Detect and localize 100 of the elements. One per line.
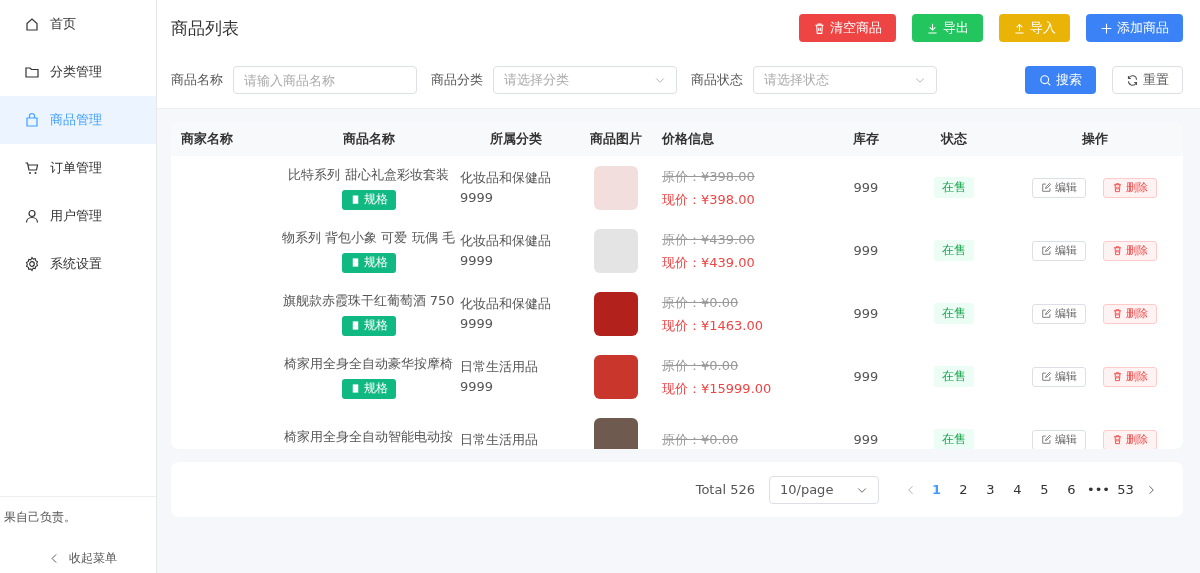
stock-value: 999 bbox=[853, 432, 879, 447]
reset-button[interactable]: 重置 bbox=[1112, 66, 1183, 94]
product-photo bbox=[594, 417, 638, 449]
column-header: 库存 bbox=[831, 122, 901, 156]
product-name: 比特系列 甜心礼盒彩妆套装 bbox=[287, 165, 450, 184]
edit-button[interactable]: 编辑 bbox=[1032, 303, 1086, 324]
page-number[interactable]: 6 bbox=[1058, 475, 1085, 504]
trash-icon bbox=[1112, 371, 1123, 382]
total-count: Total 526 bbox=[695, 482, 755, 497]
status-tag: 在售 bbox=[933, 429, 974, 449]
edit-button[interactable]: 编辑 bbox=[1032, 429, 1086, 449]
upload-icon bbox=[1013, 21, 1026, 35]
search-icon bbox=[1039, 73, 1052, 87]
original-price: 原价：¥0.00 bbox=[662, 356, 739, 375]
product-photo bbox=[594, 291, 638, 336]
product-name: 物系列 背包小象 可爱 玩偶 毛 bbox=[281, 228, 456, 247]
download-icon bbox=[926, 21, 939, 35]
category-code: 9999 bbox=[460, 188, 495, 207]
page-number[interactable]: 4 bbox=[1004, 475, 1031, 504]
column-header: 商家名称 bbox=[171, 122, 281, 156]
page-number[interactable]: 3 bbox=[977, 475, 1004, 504]
input-field[interactable]: 请输入商品名称 bbox=[233, 66, 417, 94]
original-price: 原价：¥439.00 bbox=[662, 230, 755, 249]
column-header: 所属分类 bbox=[456, 122, 576, 156]
edit-icon bbox=[1041, 371, 1052, 382]
action-button[interactable]: 添加商品 bbox=[1086, 14, 1183, 42]
page-number[interactable]: 5 bbox=[1031, 475, 1058, 504]
column-header: 商品图片 bbox=[576, 122, 656, 156]
user-icon bbox=[24, 208, 40, 224]
category-text: 日常生活用品 bbox=[460, 357, 539, 376]
page-number[interactable]: 53 bbox=[1112, 475, 1139, 504]
shopping-bag-icon bbox=[24, 112, 40, 128]
collapse-menu-button[interactable]: 收起菜单 bbox=[48, 548, 117, 569]
page-size-select[interactable]: 10/page bbox=[769, 475, 879, 504]
trash-icon bbox=[1112, 434, 1123, 445]
product-name: 椅家用全身全自动豪华按摩椅 bbox=[283, 354, 454, 373]
stock-value: 999 bbox=[853, 306, 879, 321]
category-text: 化妆品和保健品 bbox=[460, 231, 552, 250]
status-tag: 在售 bbox=[933, 177, 974, 198]
product-name: 椅家用全身全自动智能电动按 bbox=[283, 427, 454, 446]
folder-icon bbox=[24, 64, 40, 80]
column-header: 操作 bbox=[1006, 122, 1183, 156]
cart-icon bbox=[24, 160, 40, 176]
delete-button[interactable]: 删除 bbox=[1103, 303, 1157, 324]
category-text: 日常生活用品 bbox=[460, 430, 539, 449]
product-photo bbox=[594, 354, 638, 399]
category-text: 化妆品和保健品 bbox=[460, 294, 552, 313]
current-price: 现价：¥439.00 bbox=[662, 253, 755, 272]
edit-icon bbox=[1041, 182, 1052, 193]
menu-item[interactable]: 分类管理 bbox=[0, 48, 156, 96]
current-price: 现价：¥15999.00 bbox=[662, 379, 772, 398]
trash-icon bbox=[1112, 245, 1123, 256]
filter-label: 商品名称 bbox=[171, 71, 223, 89]
house-icon bbox=[24, 16, 40, 32]
trash-icon bbox=[1112, 182, 1123, 193]
original-price: 原价：¥0.00 bbox=[662, 293, 739, 312]
edit-icon bbox=[1041, 434, 1052, 445]
trash-icon bbox=[813, 21, 826, 35]
product-name: 旗舰款赤霞珠干红葡萄酒 750 bbox=[281, 291, 456, 310]
delete-button[interactable]: 删除 bbox=[1103, 240, 1157, 261]
column-header: 商品名称 bbox=[281, 122, 456, 156]
delete-button[interactable]: 删除 bbox=[1103, 366, 1157, 387]
menu-item[interactable]: 首页 bbox=[0, 0, 156, 48]
page-number[interactable]: ••• bbox=[1085, 475, 1112, 504]
edit-button[interactable]: 编辑 bbox=[1032, 177, 1086, 198]
menu-item[interactable]: 系统设置 bbox=[0, 240, 156, 288]
status-tag: 在售 bbox=[933, 366, 974, 387]
product-photo bbox=[594, 165, 638, 210]
category-text: 化妆品和保健品 bbox=[460, 168, 552, 187]
column-header: 价格信息 bbox=[656, 122, 831, 156]
filter-label: 商品分类 bbox=[431, 71, 483, 89]
edit-icon bbox=[1041, 245, 1052, 256]
edit-button[interactable]: 编辑 bbox=[1032, 366, 1086, 387]
page-number[interactable]: 2 bbox=[950, 475, 977, 504]
search-button[interactable]: 搜索 bbox=[1025, 66, 1096, 94]
refresh-icon bbox=[1126, 73, 1139, 87]
category-code: 9999 bbox=[460, 251, 495, 270]
product-photo bbox=[594, 228, 638, 273]
action-button[interactable]: 清空商品 bbox=[799, 14, 896, 42]
menu-item[interactable]: 订单管理 bbox=[0, 144, 156, 192]
menu-item[interactable]: 用户管理 bbox=[0, 192, 156, 240]
original-price: 原价：¥398.00 bbox=[662, 167, 755, 186]
delete-button[interactable]: 删除 bbox=[1103, 429, 1157, 449]
filter-label: 商品状态 bbox=[691, 71, 743, 89]
notice-text: 果自己负责。 bbox=[4, 509, 77, 526]
delete-button[interactable]: 删除 bbox=[1103, 177, 1157, 198]
edit-button[interactable]: 编辑 bbox=[1032, 240, 1086, 261]
stock-value: 999 bbox=[853, 369, 879, 384]
plus-icon bbox=[1100, 21, 1113, 35]
original-price: 原价：¥0.00 bbox=[662, 431, 739, 449]
page-title: 商品列表 bbox=[171, 16, 239, 40]
status-tag: 在售 bbox=[933, 303, 974, 324]
trash-icon bbox=[1112, 308, 1123, 319]
status-tag: 在售 bbox=[933, 240, 974, 261]
category-code: 9999 bbox=[460, 314, 495, 333]
category-code: 9999 bbox=[460, 377, 495, 396]
stock-value: 999 bbox=[853, 180, 879, 195]
edit-icon bbox=[1041, 308, 1052, 319]
column-header: 状态 bbox=[901, 122, 1006, 156]
current-price: 现价：¥1463.00 bbox=[662, 316, 764, 335]
